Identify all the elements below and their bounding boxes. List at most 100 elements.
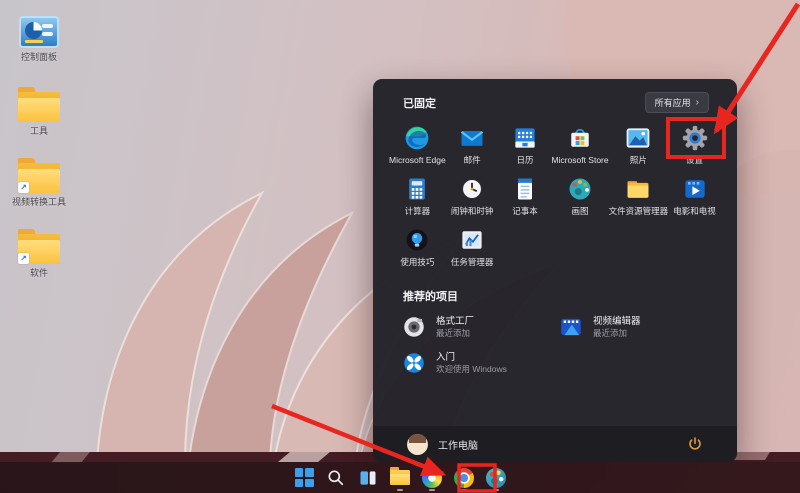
app-label: 闹钟和时钟	[450, 206, 494, 216]
app-settings[interactable]: 设置	[668, 121, 721, 172]
app-label: 记事本	[512, 206, 538, 216]
app-label: 使用技巧	[400, 257, 435, 267]
app-task-manager[interactable]: 任务管理器	[446, 223, 499, 274]
chevron-right-icon: ›	[695, 97, 699, 108]
app-label: 画图	[571, 206, 589, 216]
desktop-icon-label: 控制面板	[20, 52, 57, 62]
recommended-subtitle: 最近添加	[593, 327, 628, 338]
task-view-button[interactable]	[355, 465, 381, 491]
edge-icon	[403, 123, 431, 153]
shortcut-arrow-icon: ↗	[18, 253, 29, 264]
all-apps-button[interactable]: 所有应用 ›	[644, 92, 709, 113]
mail-icon	[458, 123, 486, 153]
pinned-section-title: 已固定	[403, 97, 436, 110]
app-calculator[interactable]: 计算器	[389, 172, 446, 223]
taskbar	[0, 462, 800, 493]
search-button[interactable]	[323, 465, 349, 491]
app-label: 电影和电视	[673, 206, 716, 216]
taskbar-chrome[interactable]	[451, 465, 477, 491]
desktop-icon-label: 软件	[29, 268, 48, 278]
app-microsoft-edge[interactable]: Microsoft Edge	[389, 121, 446, 172]
photos-icon	[624, 123, 652, 153]
app-label: 照片	[629, 155, 647, 165]
pinned-app-grid: Microsoft Edge 邮件 日历 Microsoft Store 照片 …	[373, 117, 737, 274]
running-indicator	[493, 488, 499, 491]
recommended-title: 格式工厂	[436, 315, 475, 327]
lightbulb-icon	[403, 225, 431, 255]
video-editor-icon	[558, 314, 584, 340]
running-indicator	[461, 488, 467, 491]
pinwheel-browser-icon	[422, 467, 442, 488]
taskbar-browser-pinwheel[interactable]	[419, 465, 445, 491]
app-label: Microsoft Edge	[389, 155, 446, 165]
app-movies-tv[interactable]: 电影和电视	[668, 172, 721, 223]
notepad-icon	[511, 174, 539, 204]
recommended-item-video-editor[interactable]: 视频编辑器 最近添加	[556, 310, 713, 344]
movies-tv-icon	[681, 174, 709, 204]
app-label: Microsoft Store	[551, 155, 609, 165]
all-apps-label: 所有应用	[654, 98, 691, 108]
recommended-grid: 格式工厂 最近添加 视频编辑器 最近添加 入门 欢迎使用 Windows	[373, 308, 737, 380]
store-icon	[566, 123, 594, 153]
chrome-icon	[454, 467, 474, 488]
shortcut-arrow-icon: ↗	[18, 182, 29, 193]
start-button[interactable]	[291, 465, 317, 491]
taskbar-paint[interactable]	[483, 465, 509, 491]
user-avatar	[407, 433, 428, 455]
paint-palette-icon	[566, 174, 594, 204]
app-paint[interactable]: 画图	[551, 172, 608, 223]
folder-shortcut-icon: ↗	[18, 229, 60, 264]
recommended-item-get-started[interactable]: 入门 欢迎使用 Windows	[399, 346, 556, 380]
app-alarms-clock[interactable]: 闹钟和时钟	[446, 172, 499, 223]
file-explorer-folder-icon	[624, 174, 652, 204]
get-started-pinwheel-icon	[401, 350, 427, 376]
calendar-icon	[511, 123, 539, 153]
power-button[interactable]	[687, 436, 703, 452]
start-menu-header: 已固定 所有应用 ›	[373, 79, 737, 117]
app-file-explorer[interactable]: 文件资源管理器	[609, 172, 668, 223]
windows-logo-icon	[294, 468, 314, 487]
desktop-icon-folder-tools[interactable]: 工具	[8, 87, 70, 158]
running-indicator	[429, 488, 435, 491]
task-view-icon	[360, 470, 376, 485]
format-factory-icon	[401, 314, 427, 340]
folder-shortcut-icon: ↗	[18, 158, 60, 193]
desktop-icon-label: 视频转换工具	[11, 197, 66, 207]
folder-icon	[18, 87, 60, 122]
app-notepad[interactable]: 记事本	[499, 172, 552, 223]
app-tips[interactable]: 使用技巧	[389, 223, 446, 274]
start-menu-footer: 工作电脑	[373, 426, 737, 462]
app-calendar[interactable]: 日历	[499, 121, 552, 172]
app-label: 计算器	[404, 206, 431, 216]
recommended-subtitle: 最近添加	[436, 327, 471, 338]
desktop-icon-list: 控制面板 工具 ↗ 视频转换工具 ↗ 软件	[8, 16, 70, 300]
recommended-subtitle: 欢迎使用 Windows	[436, 363, 507, 374]
running-indicator	[397, 488, 403, 491]
clock-icon	[458, 174, 486, 204]
task-manager-icon	[458, 225, 486, 255]
app-label: 任务管理器	[450, 257, 494, 267]
recommended-item-format-factory[interactable]: 格式工厂 最近添加	[399, 310, 556, 344]
app-label: 日历	[516, 155, 534, 165]
desktop-icon-control-panel[interactable]: 控制面板	[8, 16, 70, 87]
settings-gear-icon	[680, 123, 710, 153]
app-label: 设置	[686, 155, 704, 165]
start-menu-panel: 已固定 所有应用 › Microsoft Edge 邮件 日历 Microsof…	[373, 79, 737, 462]
folder-icon	[390, 467, 410, 485]
desktop-icon-folder-software[interactable]: ↗ 软件	[8, 229, 70, 300]
user-account-button[interactable]: 工作电脑	[407, 433, 478, 455]
desktop-icon-label: 工具	[29, 126, 48, 136]
recommended-title: 入门	[436, 351, 456, 363]
search-icon	[328, 470, 344, 485]
calculator-icon	[403, 174, 431, 204]
control-panel-icon	[19, 16, 59, 48]
desktop-icon-folder-video[interactable]: ↗ 视频转换工具	[8, 158, 70, 229]
paint-palette-icon	[486, 467, 506, 488]
app-microsoft-store[interactable]: Microsoft Store	[551, 121, 609, 172]
app-label: 邮件	[463, 155, 481, 165]
app-mail[interactable]: 邮件	[446, 121, 499, 172]
taskbar-file-explorer[interactable]	[387, 465, 413, 491]
recommended-section-title: 推荐的项目	[403, 291, 458, 303]
app-photos[interactable]: 照片	[609, 121, 669, 172]
recommended-title: 视频编辑器	[593, 315, 641, 327]
